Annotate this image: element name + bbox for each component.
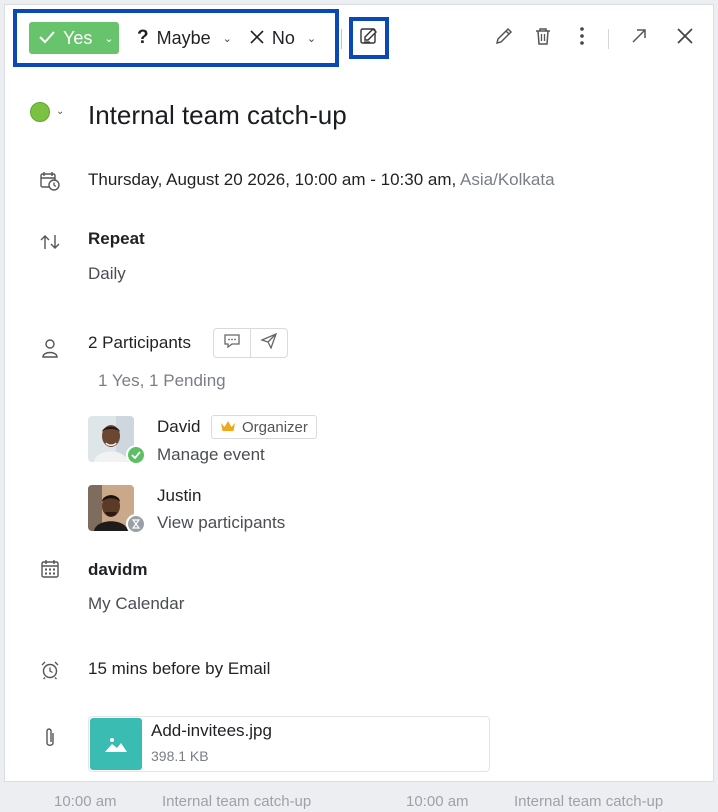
reminder-text: 15 mins before by Email bbox=[88, 659, 271, 678]
rsvp-yes-button[interactable]: Yes ⌄ bbox=[29, 22, 119, 54]
toolbar-divider bbox=[608, 29, 609, 49]
background-event-time: 10:00 am bbox=[54, 793, 117, 810]
participants-summary: 1 Yes, 1 Pending bbox=[98, 371, 226, 390]
chevron-down-icon[interactable]: ⌄ bbox=[223, 32, 232, 45]
pending-hourglass-badge bbox=[126, 514, 146, 534]
event-color-dot[interactable] bbox=[30, 102, 50, 122]
rsvp-maybe-label: Maybe bbox=[156, 27, 211, 48]
rsvp-note-button[interactable] bbox=[349, 17, 389, 59]
close-icon bbox=[676, 27, 694, 50]
rsvp-no-button[interactable]: No ⌄ bbox=[250, 28, 316, 49]
alarm-clock-icon bbox=[39, 659, 61, 681]
participants-count: 2 Participants bbox=[88, 333, 191, 352]
send-icon bbox=[260, 332, 278, 354]
chevron-down-icon[interactable]: ⌄ bbox=[56, 106, 64, 117]
rsvp-group: Yes ⌄ ? Maybe ⌄ No ⌄ bbox=[13, 9, 339, 67]
repeat-label: Repeat bbox=[88, 229, 145, 248]
kebab-menu-icon bbox=[579, 26, 585, 51]
more-options-button[interactable] bbox=[571, 26, 593, 51]
attachment-card[interactable]: Add-invitees.jpg 398.1 KB bbox=[88, 716, 490, 772]
close-button[interactable] bbox=[674, 27, 696, 49]
event-datetime-row: Thursday, August 20 2026, 10:00 am - 10:… bbox=[88, 170, 555, 190]
email-participants-button[interactable] bbox=[250, 329, 287, 357]
chat-participants-button[interactable] bbox=[214, 329, 250, 357]
image-file-icon bbox=[90, 718, 142, 770]
trash-icon bbox=[533, 26, 553, 51]
delete-button[interactable] bbox=[532, 27, 554, 49]
pencil-icon bbox=[494, 26, 514, 51]
background-event-title: Internal team catch-up bbox=[514, 793, 664, 810]
manage-event-link[interactable]: Manage event bbox=[157, 445, 265, 465]
background-event-time: 10:00 am bbox=[406, 793, 469, 810]
event-title: Internal team catch-up bbox=[88, 100, 347, 130]
organizer-label: Organizer bbox=[242, 418, 308, 436]
participant-actions bbox=[213, 328, 288, 358]
edit-button[interactable] bbox=[493, 27, 515, 49]
event-datetime: Thursday, August 20 2026, 10:00 am - 10:… bbox=[88, 170, 457, 189]
toolbar-divider bbox=[341, 29, 342, 49]
repeat-icon bbox=[39, 231, 61, 253]
close-x-icon bbox=[250, 28, 264, 49]
accepted-check-badge bbox=[126, 445, 146, 465]
open-in-new-window-button[interactable] bbox=[628, 27, 650, 49]
event-timezone[interactable]: Asia/Kolkata bbox=[460, 170, 555, 189]
attachment-size: 398.1 KB bbox=[151, 748, 209, 764]
crown-icon bbox=[220, 419, 236, 436]
calendar-clock-icon bbox=[39, 170, 61, 192]
chevron-down-icon[interactable]: ⌄ bbox=[104, 32, 113, 45]
event-toolbar: Yes ⌄ ? Maybe ⌄ No ⌄ bbox=[5, 5, 713, 69]
calendar-owner: davidm bbox=[88, 560, 148, 579]
event-details-panel: Yes ⌄ ? Maybe ⌄ No ⌄ ⌄ Internal team cat… bbox=[4, 4, 714, 782]
paperclip-icon bbox=[39, 727, 61, 749]
rsvp-no-label: No bbox=[271, 27, 295, 48]
expand-arrow-icon bbox=[630, 27, 648, 50]
participant-name: Justin bbox=[157, 486, 202, 505]
chevron-down-icon[interactable]: ⌄ bbox=[307, 32, 316, 45]
rsvp-yes-label: Yes bbox=[63, 27, 93, 48]
calendar-name: My Calendar bbox=[88, 594, 185, 613]
repeat-value: Daily bbox=[88, 264, 126, 283]
attachment-name: Add-invitees.jpg bbox=[151, 721, 272, 740]
check-icon bbox=[39, 28, 55, 49]
question-icon: ? bbox=[137, 27, 149, 48]
background-event-title: Internal team catch-up bbox=[162, 793, 312, 810]
chat-bubble-icon bbox=[223, 333, 241, 354]
person-icon bbox=[39, 337, 61, 359]
participant-name: David bbox=[157, 417, 201, 436]
calendar-icon bbox=[39, 558, 61, 580]
rsvp-maybe-button[interactable]: ? Maybe ⌄ bbox=[137, 27, 232, 49]
note-edit-icon bbox=[359, 26, 379, 51]
view-participants-link[interactable]: View participants bbox=[157, 513, 285, 533]
organizer-badge: Organizer bbox=[211, 415, 317, 439]
